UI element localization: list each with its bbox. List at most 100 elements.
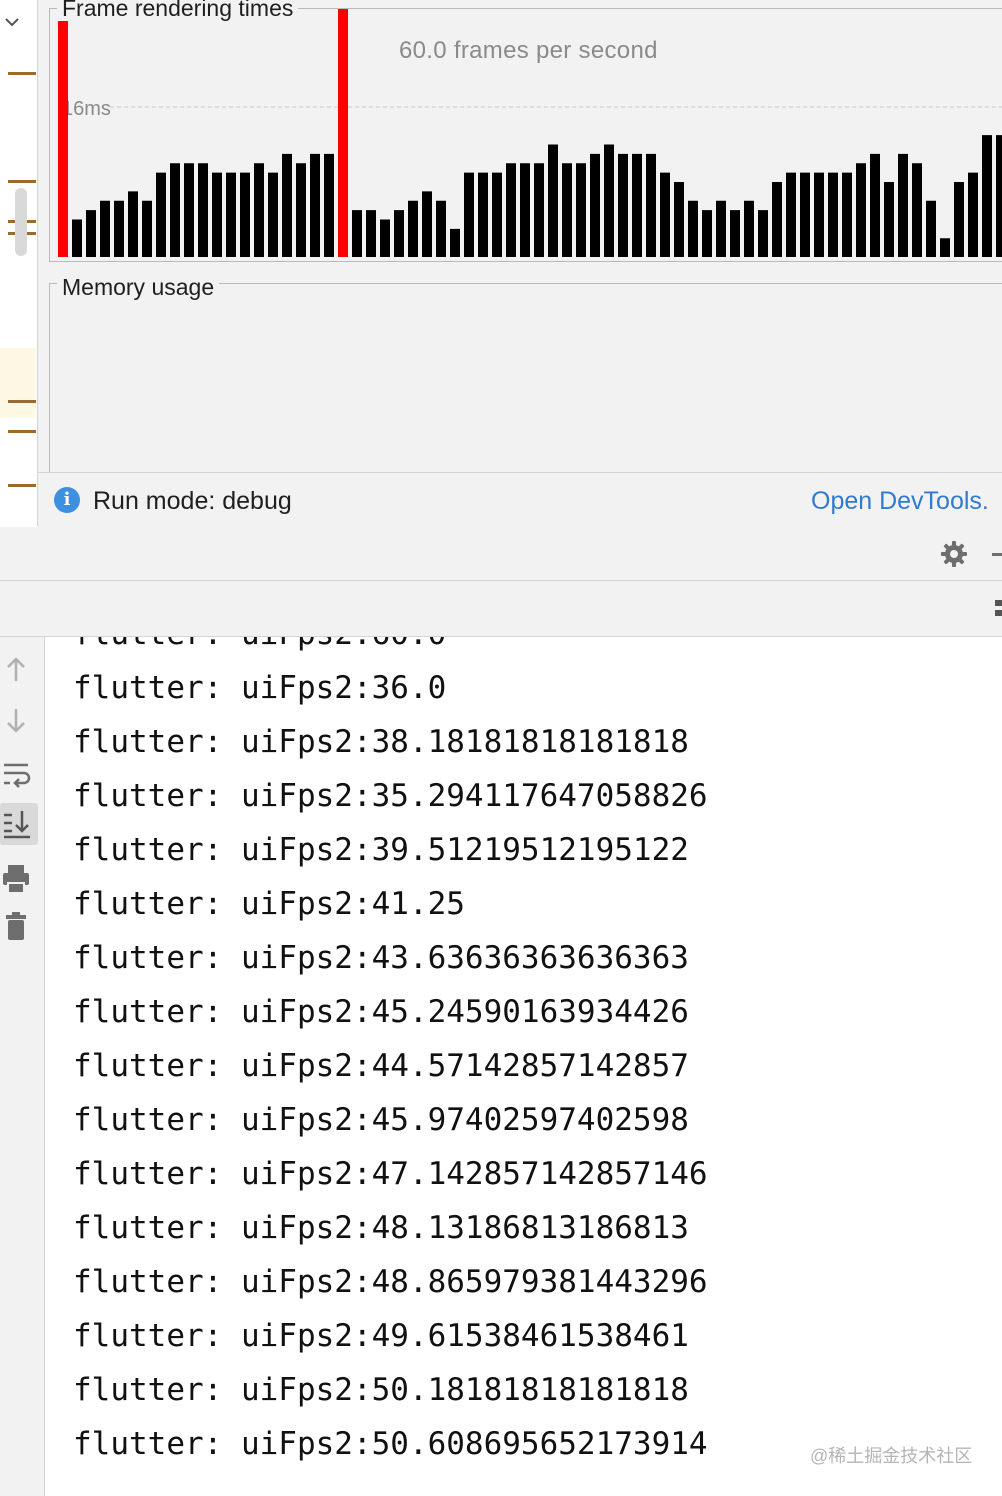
memory-usage-group: [49, 283, 1002, 483]
slow-frame-bar: [58, 9, 68, 257]
frame-bar: [520, 163, 530, 257]
frame-bar: [954, 182, 964, 257]
frame-bar: [828, 172, 838, 257]
frame-bar: [940, 238, 950, 257]
log-line: flutter: uiFps2:45.97402597402598: [73, 1102, 689, 1138]
frame-bar: [478, 172, 488, 257]
threshold-label: 16ms: [62, 98, 111, 120]
frame-rendering-group: 16ms 60.0 frames per second: [49, 8, 1002, 262]
log-line: flutter: uiFps2:39.51219512195122: [73, 832, 689, 868]
frame-bar: [744, 200, 754, 257]
frame-bar: [716, 200, 726, 257]
frame-bar: [646, 153, 656, 257]
arrow-up-icon[interactable]: [0, 649, 38, 691]
frame-bar: [492, 172, 502, 257]
frame-bar: [688, 200, 698, 257]
frame-bar: [898, 153, 908, 257]
log-line: flutter: uiFps2:36.0: [73, 670, 447, 706]
frame-bar: [562, 163, 572, 257]
frame-bar: [632, 153, 642, 257]
trash-icon[interactable]: [0, 907, 38, 949]
scroll-to-end-icon[interactable]: [0, 803, 38, 845]
console-output[interactable]: flutter: uiFps2:60.0 flutter: uiFps2:36.0…: [46, 637, 1002, 1496]
frame-bar: [870, 153, 880, 257]
frame-bar: [604, 144, 614, 257]
gutter-marker: [8, 400, 36, 403]
open-devtools-link[interactable]: Open DevTools.: [811, 487, 989, 516]
log-line: flutter: uiFps2:50.608695652173914: [73, 1426, 708, 1462]
frame-bar: [422, 191, 432, 257]
frame-bar: [982, 135, 992, 257]
frame-bar: [996, 135, 1002, 257]
frame-bar: [548, 144, 558, 257]
console-actions-gutter: [0, 637, 45, 1496]
frame-bar: [142, 200, 152, 257]
memory-usage-title: Memory usage: [57, 274, 220, 300]
log-line: flutter: uiFps2:47.142857142857146: [73, 1156, 708, 1192]
editor-gutter-strip: [0, 0, 36, 526]
tool-window-header: [0, 527, 1002, 581]
log-line: flutter: uiFps2:35.294117647058826: [73, 778, 708, 814]
minimize-icon[interactable]: [992, 553, 1002, 556]
frame-bar: [968, 172, 978, 257]
frame-bar: [674, 182, 684, 257]
log-line: flutter: uiFps2:48.865979381443296: [73, 1264, 708, 1300]
gear-icon[interactable]: [940, 540, 968, 568]
soft-wrap-icon[interactable]: [0, 753, 38, 795]
log-line: flutter: uiFps2:48.13186813186813: [73, 1210, 689, 1246]
frame-bar: [198, 163, 208, 257]
gutter-marker: [8, 72, 36, 75]
frame-bar: [912, 163, 922, 257]
layout-icon[interactable]: [995, 598, 1002, 618]
frame-bar: [884, 182, 894, 257]
gutter-marker: [8, 484, 36, 487]
run-mode-label: Run mode: debug: [93, 487, 292, 515]
frame-bar: [590, 153, 600, 257]
frame-bar: [436, 200, 446, 257]
log-line: flutter: uiFps2:38.18181818181818: [73, 724, 689, 760]
frame-bar: [786, 172, 796, 257]
frame-bar: [114, 200, 124, 257]
gutter-marker: [8, 180, 36, 183]
frame-bar: [576, 163, 586, 257]
log-line: flutter: uiFps2:41.25: [73, 886, 465, 922]
frame-bar: [534, 163, 544, 257]
frame-bar: [128, 191, 138, 257]
frame-bar: [212, 172, 222, 257]
frame-bar: [268, 172, 278, 257]
gutter-scrollbar[interactable]: [15, 188, 27, 256]
frame-bar: [156, 172, 166, 257]
chevron-down-icon[interactable]: [4, 14, 20, 30]
frame-bar: [86, 210, 96, 257]
flutter-performance-panel: 16ms 60.0 frames per second Frame render…: [37, 0, 1002, 527]
frame-bar: [282, 153, 292, 257]
frame-bar: [800, 172, 810, 257]
frame-bar: [926, 200, 936, 257]
gutter-marker: [8, 430, 36, 433]
watermark: @稀土掘金技术社区: [810, 1446, 973, 1466]
gutter-highlight: [0, 348, 36, 418]
frame-bar: [254, 163, 264, 257]
frame-bar: [408, 200, 418, 257]
frame-bar: [380, 219, 390, 257]
frame-bar: [352, 210, 362, 257]
frame-bar: [296, 163, 306, 257]
fps-label: 60.0 frames per second: [399, 37, 658, 64]
frame-bar: [170, 163, 180, 257]
frame-bar: [100, 200, 110, 257]
frame-bar: [856, 163, 866, 257]
print-icon[interactable]: [0, 859, 38, 901]
info-icon: i: [54, 487, 80, 513]
frame-bar: [814, 172, 824, 257]
frame-bar: [310, 153, 320, 257]
frame-bar: [842, 172, 852, 257]
frame-bar: [324, 153, 334, 257]
console-tab-bar: [0, 581, 1002, 637]
log-line: flutter: uiFps2:44.57142857142857: [73, 1048, 689, 1084]
status-bar: i Run mode: debug Open DevTools.: [38, 472, 1002, 527]
log-line: flutter: uiFps2:43.63636363636363: [73, 940, 689, 976]
frame-bar: [450, 228, 460, 257]
frame-bar: [702, 210, 712, 257]
arrow-down-icon[interactable]: [0, 699, 38, 741]
log-line: flutter: uiFps2:60.0: [73, 637, 708, 661]
